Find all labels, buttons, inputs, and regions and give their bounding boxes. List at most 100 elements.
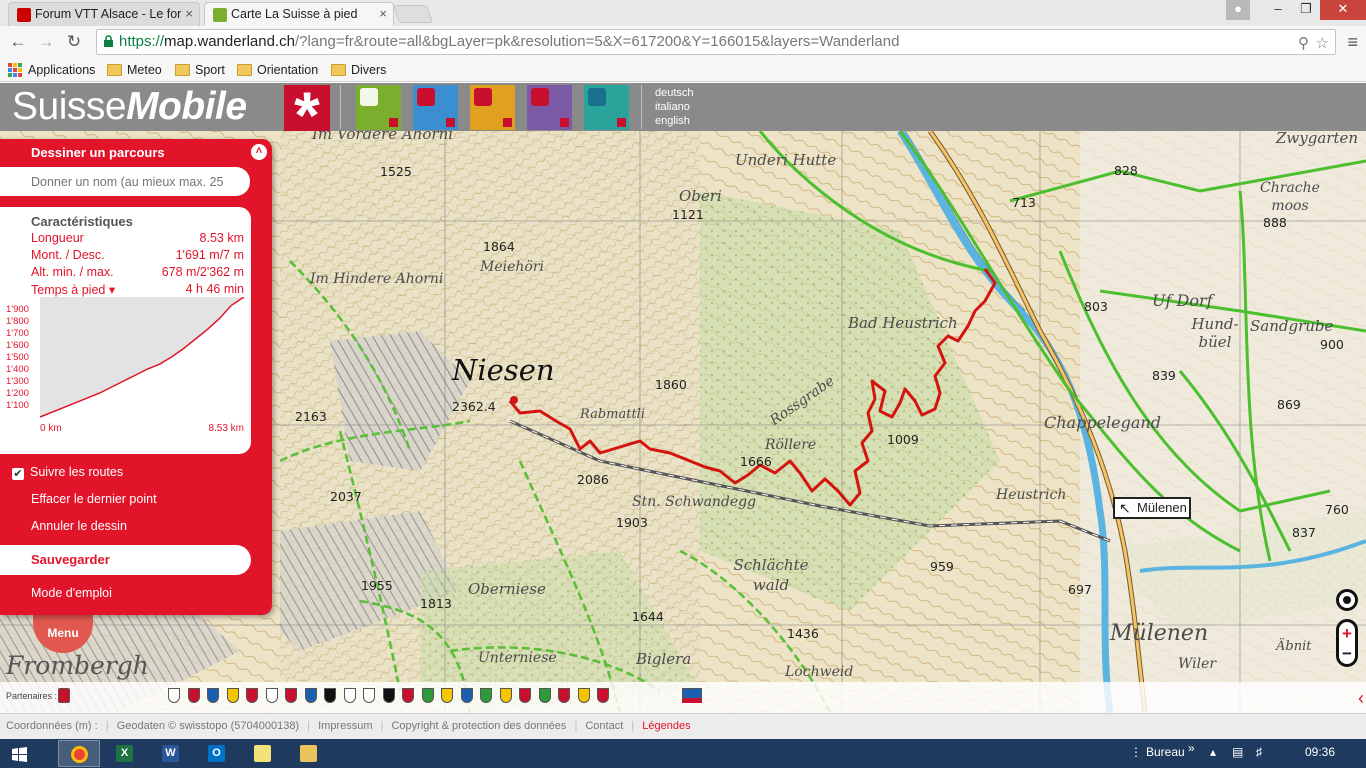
tray-up-arrow-icon[interactable]: ▴ (1210, 745, 1216, 759)
start-windows-icon[interactable] (0, 740, 42, 767)
elevation-label: 1121 (672, 207, 704, 222)
back-icon[interactable]: ← (8, 32, 28, 52)
maximize-icon[interactable]: ❐ (1292, 0, 1320, 20)
suissemobile-logo[interactable]: SuisseMobile (12, 85, 247, 129)
mountainbike-icon[interactable] (470, 85, 515, 130)
toolbar-expand-icon[interactable]: » (1188, 741, 1195, 755)
swiss-confederation-icon[interactable] (58, 688, 70, 703)
follow-routes-option[interactable]: ✔ Suivre les routes (12, 465, 123, 480)
notes-taskbar-icon[interactable] (242, 740, 284, 767)
geodata-credit: Geodaten © swisstopo (5704000138) (116, 720, 300, 732)
canoeing-icon[interactable] (584, 85, 629, 130)
bookmark-applications[interactable]: Applications (8, 62, 95, 78)
canton-crest-icon[interactable] (519, 688, 531, 703)
key-icon[interactable]: ⚲ (1298, 32, 1309, 54)
canton-crest-icon[interactable] (382, 688, 395, 703)
map-label: Im Vordere Ahorni (312, 131, 454, 143)
canton-crest-icon[interactable] (577, 688, 590, 703)
windows-taskbar: X W O ⋮ Bureau » ▴ ▤ ♯ 09:36 (0, 739, 1366, 768)
canton-crest-icon[interactable] (421, 688, 434, 703)
canton-crest-icon[interactable] (460, 688, 473, 703)
bookmark-star-icon[interactable]: ☆ (1316, 32, 1329, 54)
tab-carte[interactable]: Carte La Suisse à pied × (204, 2, 394, 26)
outlook-taskbar-icon[interactable]: O (196, 740, 238, 767)
canton-crest-icon[interactable] (499, 688, 512, 703)
bookmark-orientation[interactable]: Orientation (237, 62, 318, 78)
canton-crest-icon[interactable] (538, 688, 551, 703)
coordinates-readout: Coordonnées (m) : (6, 720, 98, 732)
excel-taskbar-icon[interactable]: X (104, 740, 146, 767)
canton-crest-icon[interactable] (187, 688, 200, 703)
elevation-profile-chart: 1'9001'8001'7001'6001'5001'4001'3001'200… (6, 297, 245, 434)
asterisk-logo-icon[interactable]: * (284, 82, 330, 148)
cycling-icon[interactable] (413, 85, 458, 130)
map-label: Meiehöri (480, 259, 544, 275)
bookmark-divers[interactable]: Divers (331, 62, 386, 78)
canton-crest-icon[interactable] (324, 688, 336, 703)
canton-crest-icon[interactable] (226, 688, 239, 703)
canton-crest-icon[interactable] (285, 688, 297, 703)
copyright-link[interactable]: Copyright & protection des données (391, 720, 566, 732)
volume-icon[interactable]: ♯ (1256, 745, 1262, 759)
word-taskbar-icon[interactable]: W (150, 740, 192, 767)
zoom-in-icon[interactable]: + (1339, 624, 1355, 644)
x-start-label: 0 km (40, 423, 62, 434)
tab-forum[interactable]: Forum VTT Alsace - Le for × (8, 2, 200, 26)
bookmark-sport[interactable]: Sport (175, 62, 225, 78)
close-window-icon[interactable]: ✕ (1320, 0, 1366, 20)
canton-crest-icon[interactable] (207, 688, 219, 703)
canton-crest-icon[interactable] (441, 688, 453, 703)
lang-deutsch[interactable]: deutsch (655, 86, 694, 100)
address-bar[interactable]: https://map.wanderland.ch/?lang=fr&route… (96, 29, 1336, 55)
geolocate-icon[interactable] (1336, 589, 1358, 611)
clock[interactable]: 09:36 (1305, 745, 1335, 759)
canton-crest-icon[interactable] (597, 688, 609, 703)
stat-walking-time[interactable]: Temps à pied ▾ 4 h 46 min (31, 282, 244, 297)
y-tick-label: 1'300 (6, 376, 29, 387)
follow-routes-checkbox[interactable]: ✔ (12, 468, 24, 480)
zoom-out-icon[interactable]: − (1339, 644, 1355, 664)
remove-last-point-link[interactable]: Effacer le dernier point (31, 492, 157, 506)
canton-crest-icon[interactable] (343, 688, 356, 703)
lang-english[interactable]: english (655, 114, 694, 128)
bookmark-meteo[interactable]: Meteo (107, 62, 162, 78)
user-profile-icon[interactable]: ● (1226, 0, 1250, 20)
canton-crest-icon[interactable] (265, 688, 278, 703)
minimize-icon[interactable]: – (1264, 0, 1292, 20)
lang-italiano[interactable]: italiano (655, 100, 694, 114)
canton-crest-icon[interactable] (402, 688, 414, 703)
close-tab-icon[interactable]: × (185, 3, 193, 25)
map-label: Underi Hutte (735, 151, 837, 169)
save-button[interactable]: Sauvegarder (0, 545, 251, 575)
hiking-icon[interactable] (356, 85, 401, 130)
explorer-taskbar-icon[interactable] (288, 740, 330, 767)
walking-time-dropdown[interactable]: Temps à pied ▾ (31, 283, 115, 297)
liechtenstein-flag-icon[interactable] (682, 688, 702, 703)
browser-menu-icon[interactable]: ≡ (1347, 32, 1358, 53)
network-icon[interactable]: ▤ (1232, 745, 1243, 759)
skating-icon[interactable] (527, 85, 572, 130)
canton-crest-icon[interactable] (168, 688, 180, 703)
canton-crest-icon[interactable] (558, 688, 570, 703)
user-manual-link[interactable]: Mode d'emploi (31, 586, 112, 600)
close-tab-icon[interactable]: × (379, 3, 387, 25)
route-name-input[interactable] (0, 167, 250, 196)
forward-icon[interactable]: → (36, 32, 56, 52)
folder-icon (175, 64, 190, 76)
reload-icon[interactable]: ↻ (64, 32, 84, 52)
canton-crest-icon[interactable] (480, 688, 492, 703)
elevation-label: 697 (1068, 582, 1092, 597)
canton-crest-icon[interactable] (304, 688, 317, 703)
new-tab-button[interactable] (392, 5, 434, 23)
x-end-label: 8.53 km (208, 423, 244, 434)
impressum-link[interactable]: Impressum (318, 720, 372, 732)
chevron-left-icon[interactable]: ‹ (1358, 688, 1364, 709)
collapse-chevron-icon[interactable]: ˄ (251, 144, 267, 160)
legend-link[interactable]: Légendes (642, 720, 690, 732)
canton-crest-icon[interactable] (363, 688, 375, 703)
chrome-taskbar-icon[interactable] (58, 740, 100, 767)
canton-crest-icon[interactable] (246, 688, 258, 703)
desktop-toolbar-label[interactable]: Bureau (1146, 745, 1185, 759)
cancel-drawing-link[interactable]: Annuler le dessin (31, 519, 127, 533)
contact-link[interactable]: Contact (585, 720, 623, 732)
